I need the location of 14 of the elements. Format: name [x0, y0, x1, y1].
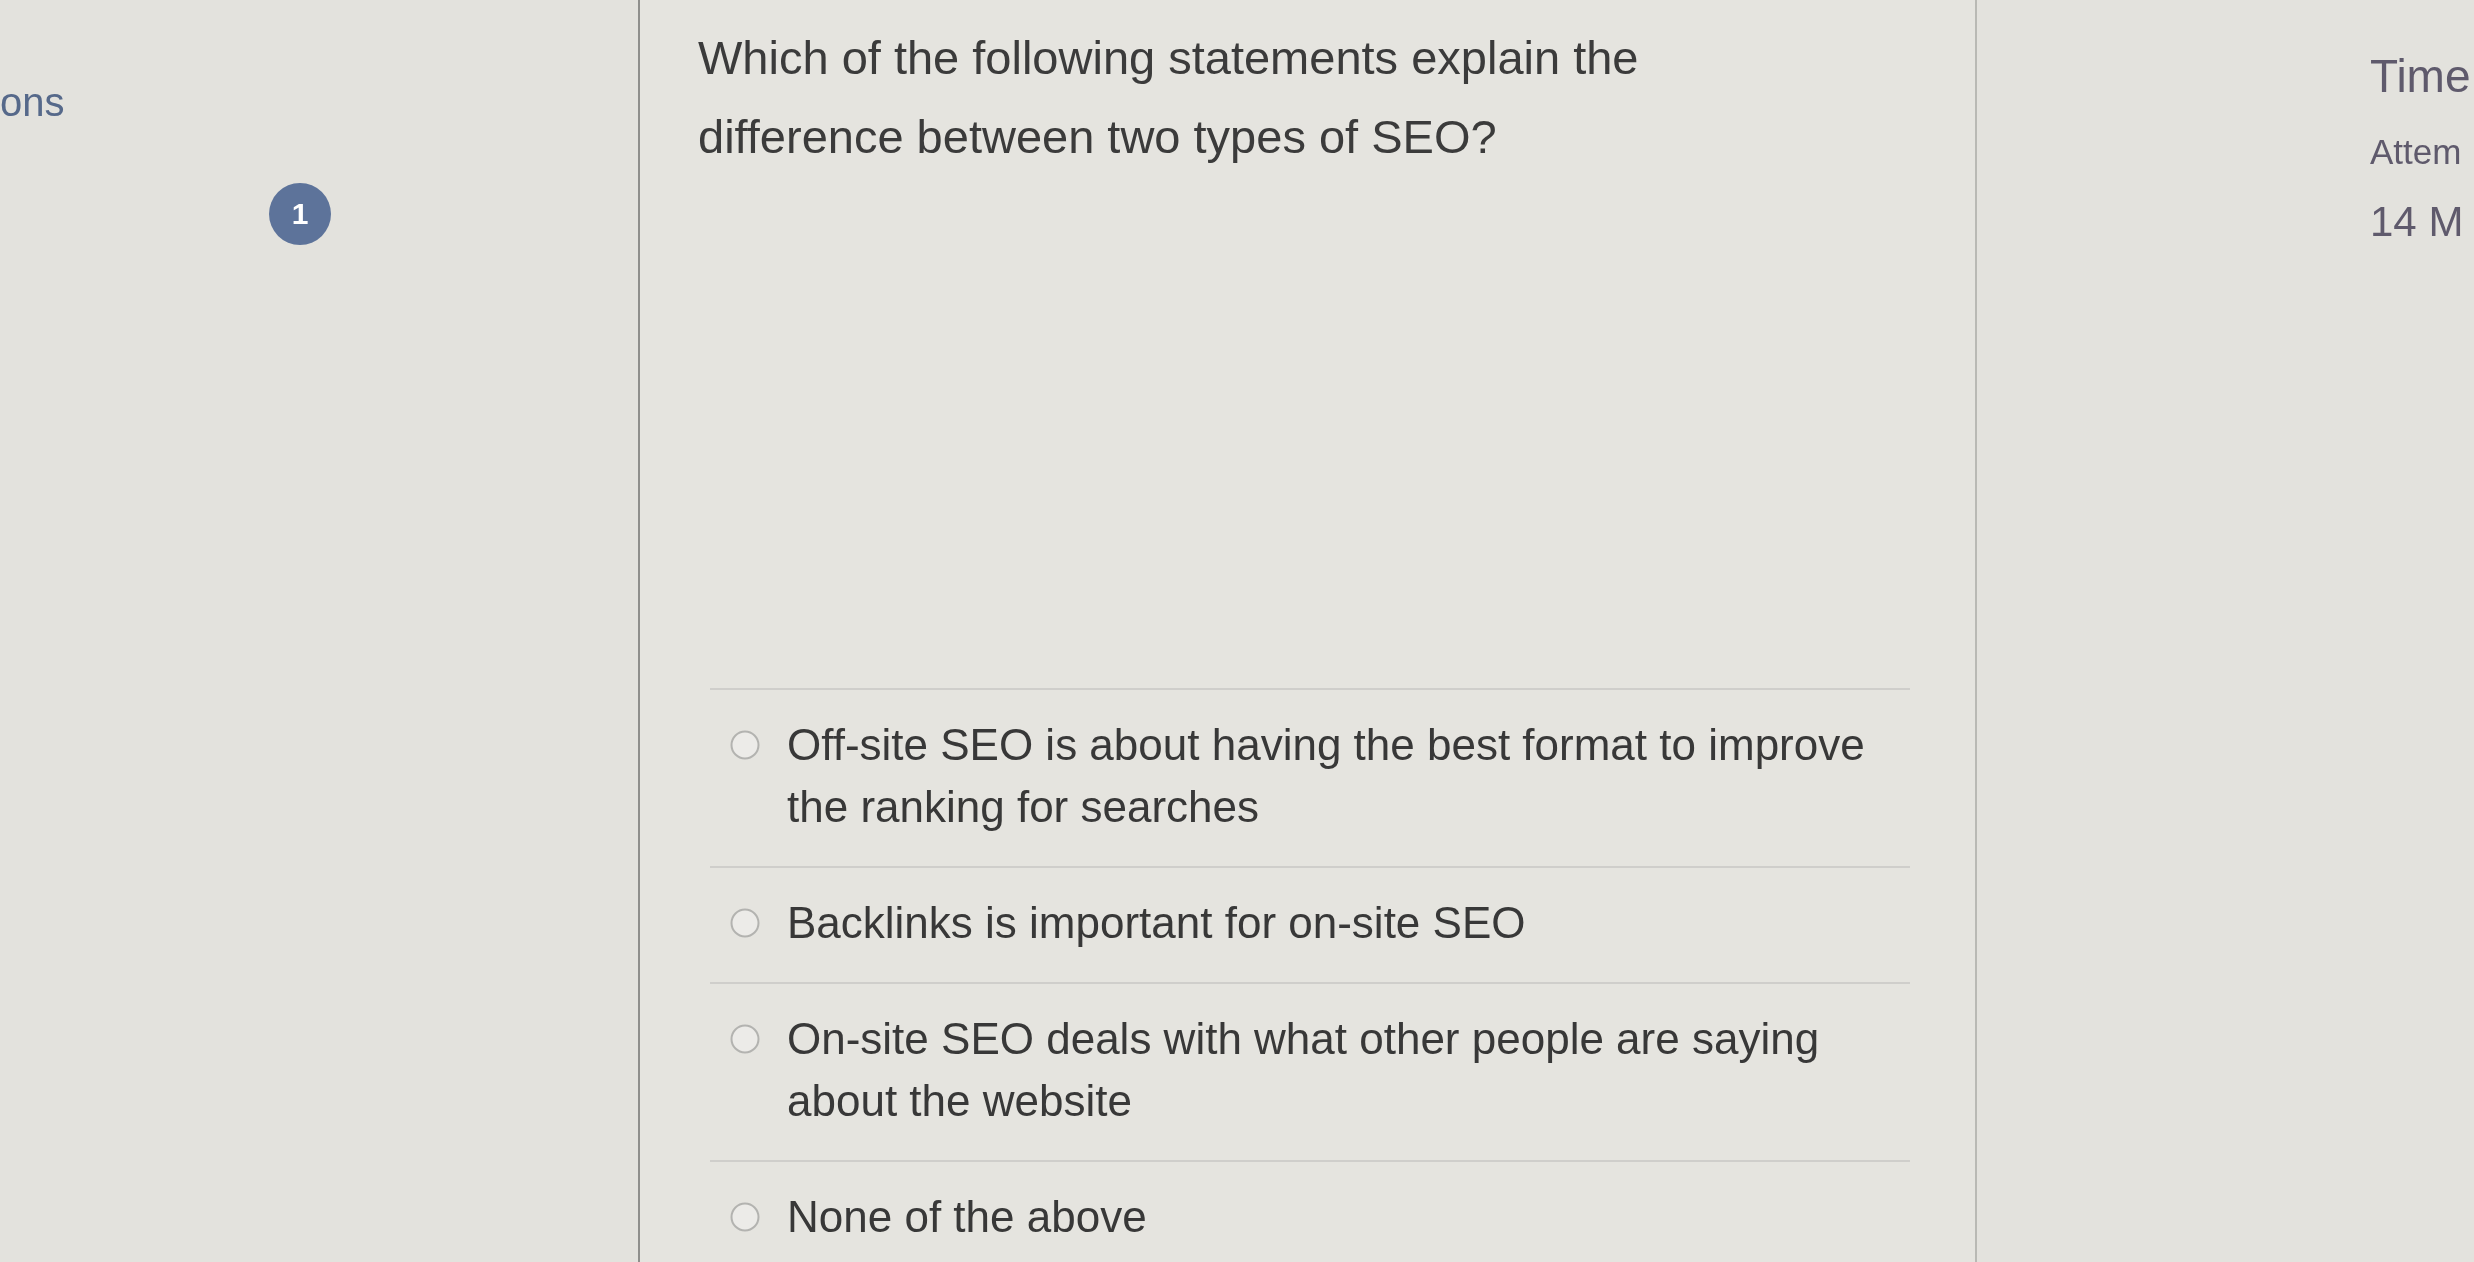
- option-text[interactable]: Off-site SEO is about having the best format to improve the ranking for searches: [787, 714, 1902, 838]
- radio-button[interactable]: [730, 730, 760, 760]
- radio-button[interactable]: [730, 908, 760, 938]
- option-text[interactable]: On-site SEO deals with what other people are saying about the website: [787, 1008, 1902, 1132]
- option-text[interactable]: Backlinks is important for on-site SEO: [787, 892, 1902, 954]
- info-text: Attem: [2370, 131, 2462, 173]
- section-heading: ons: [0, 79, 65, 126]
- radio-button[interactable]: [730, 1024, 760, 1054]
- info-text: 14 M: [2370, 197, 2464, 247]
- question-text: Which of the following statements explain the difference between two types of SEO?: [698, 30, 1640, 165]
- info-text: Time: [2370, 49, 2471, 104]
- option-text[interactable]: None of the above: [787, 1186, 1902, 1248]
- radio-button[interactable]: [730, 1202, 760, 1232]
- question-number-button[interactable]: 1: [269, 183, 331, 245]
